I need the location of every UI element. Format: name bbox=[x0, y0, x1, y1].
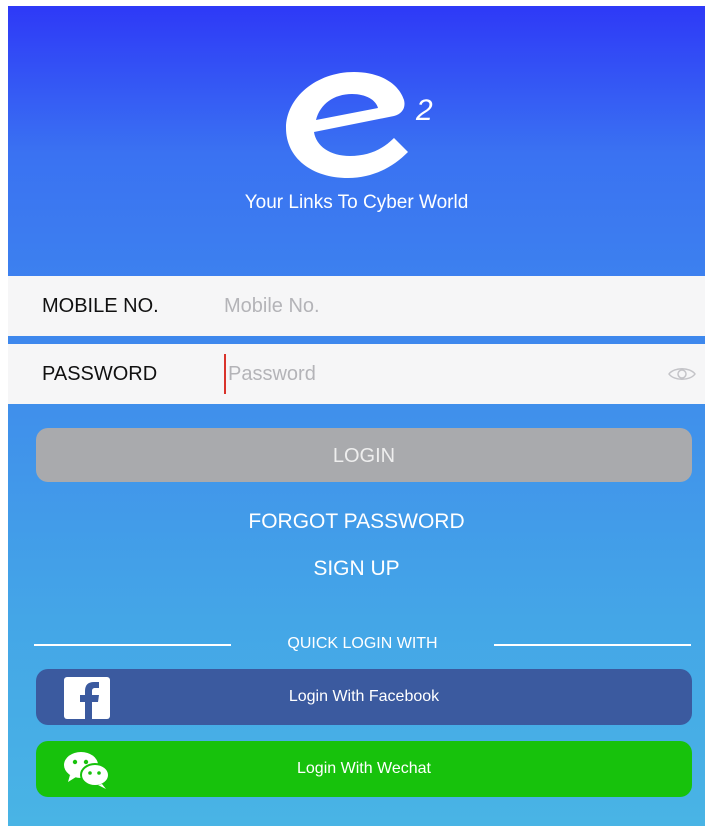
login-button[interactable]: LOGIN bbox=[36, 428, 692, 482]
sign-up-link[interactable]: SIGN UP bbox=[8, 557, 705, 581]
password-row: PASSWORD bbox=[8, 344, 705, 404]
password-label: PASSWORD bbox=[42, 362, 158, 385]
tagline: Your Links To Cyber World bbox=[244, 192, 469, 213]
facebook-login-label: Login With Facebook bbox=[288, 688, 440, 705]
logo-superscript: 2 bbox=[415, 94, 433, 127]
mobile-row: MOBILE NO. bbox=[8, 276, 705, 336]
divider-left bbox=[34, 644, 231, 646]
app-logo: 2 bbox=[286, 72, 433, 178]
mobile-label: MOBILE NO. bbox=[42, 294, 159, 317]
eye-icon[interactable] bbox=[667, 364, 697, 384]
quick-login-label: QUICK LOGIN WITH bbox=[287, 635, 438, 652]
divider-right bbox=[494, 644, 691, 646]
mobile-input[interactable] bbox=[224, 286, 705, 326]
login-screen: 2 Your Links To Cyber World MOBILE NO. P… bbox=[8, 6, 705, 826]
password-input[interactable] bbox=[224, 354, 667, 394]
forgot-password-link[interactable]: FORGOT PASSWORD bbox=[8, 510, 705, 534]
wechat-login-button[interactable]: Login With Wechat bbox=[36, 741, 692, 797]
wechat-login-label: Login With Wechat bbox=[297, 760, 431, 777]
facebook-login-button[interactable]: Login With Facebook bbox=[36, 669, 692, 725]
